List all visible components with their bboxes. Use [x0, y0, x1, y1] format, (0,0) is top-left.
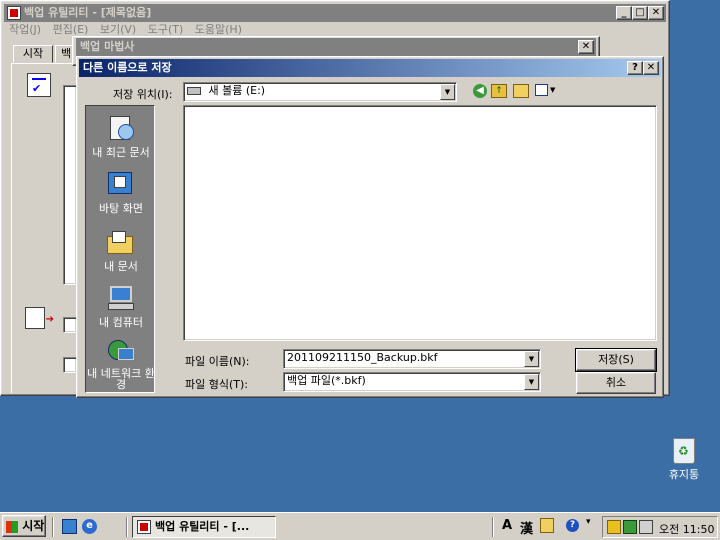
save-in-dropdown-button[interactable]: ▼	[440, 84, 455, 100]
places-my-computer[interactable]: 내 컴퓨터	[86, 284, 156, 330]
wizard-close-button[interactable]: ✕	[578, 40, 594, 54]
lang-mode-hanja[interactable]: 漢	[520, 518, 533, 537]
save-button[interactable]: 저장(S)	[575, 348, 657, 372]
clock[interactable]: 오전 11:50	[659, 521, 714, 537]
ime-pad-icon[interactable]	[540, 518, 554, 533]
places-desktop[interactable]: 바탕 화면	[86, 170, 156, 216]
places-my-network[interactable]: 내 네트워크 환경	[86, 338, 156, 390]
save-in-value: 새 볼륨 (E:)	[208, 84, 266, 97]
save-in-label: 저장 위치(I):	[113, 88, 173, 101]
tab-start[interactable]: 시작	[13, 45, 53, 63]
restore-field	[63, 317, 77, 333]
save-in-combo[interactable]: 새 볼륨 (E:) ▼	[183, 82, 457, 102]
ime-options-icon[interactable]: ▾	[586, 517, 591, 527]
schedule-field	[63, 357, 77, 373]
save-as-dialog: 다른 이름으로 저장 ? ✕ 저장 위치(I): 새 볼륨 (E:) ▼ ◀ ↑…	[76, 56, 664, 398]
filetype-label: 파일 형식(T):	[185, 378, 248, 391]
save-dialog-titlebar: 다른 이름으로 저장 ? ✕	[79, 59, 661, 77]
places-label-my-computer: 내 컴퓨터	[99, 316, 143, 329]
places-recent-documents[interactable]: 내 최근 문서	[86, 114, 156, 160]
backup-window-titlebar: 백업 유틸리티 - [제목없음] _ □ ✕	[4, 4, 666, 22]
drive-icon	[187, 87, 201, 95]
wizard-title: 백업 마법사	[80, 40, 135, 53]
recycle-bin-icon: ♻	[673, 438, 695, 464]
quicklaunch-separator	[52, 517, 54, 537]
places-bar: 내 최근 문서 바탕 화면 내 문서 내 컴퓨터 내 네트워크 환경	[85, 105, 155, 393]
desktop-icon	[106, 170, 136, 198]
back-icon[interactable]: ◀	[473, 84, 487, 98]
filetype-dropdown-button[interactable]: ▼	[524, 374, 539, 390]
taskbar-separator	[126, 517, 128, 537]
start-label: 시작	[22, 519, 45, 533]
taskbar-backup-label: 백업 유틸리티 - [...	[155, 520, 250, 533]
filename-value: 201109211150_Backup.bkf	[287, 351, 438, 364]
system-tray: 오전 11:50	[602, 516, 718, 538]
alert-tray-icon[interactable]	[639, 520, 653, 534]
lang-mode-a[interactable]: A	[502, 518, 512, 533]
places-label-my-network: 내 네트워크 환경	[87, 367, 155, 391]
filetype-select[interactable]: 백업 파일(*.bkf) ▼	[283, 372, 541, 392]
save-dialog-title: 다른 이름으로 저장	[83, 61, 172, 74]
lang-separator	[492, 517, 494, 537]
view-menu-icon[interactable]: ▼	[535, 84, 555, 98]
filename-label: 파일 이름(N):	[185, 355, 250, 368]
wizard-titlebar: 백업 마법사 ✕	[76, 38, 596, 56]
filetype-value: 백업 파일(*.bkf)	[287, 374, 366, 387]
ime-help-icon[interactable]: ?	[566, 519, 579, 532]
desktop: { "backup_window": { "title": "백업 유틸리티 -…	[0, 0, 720, 540]
windows-logo-icon	[6, 520, 18, 533]
file-list[interactable]	[183, 105, 657, 341]
filename-input[interactable]: 201109211150_Backup.bkf ▼	[283, 349, 541, 369]
show-desktop-icon[interactable]	[62, 519, 77, 534]
maximize-button[interactable]: □	[632, 6, 648, 20]
minimize-button[interactable]: _	[616, 6, 632, 20]
help-button[interactable]: ?	[627, 61, 643, 75]
places-label-recent: 내 최근 문서	[92, 146, 150, 159]
recent-documents-icon	[106, 114, 136, 142]
cancel-button[interactable]: 취소	[576, 372, 656, 394]
taskbar-backup-icon	[137, 520, 151, 534]
recycle-bin-label: 휴지통	[668, 468, 700, 481]
backup-window-title: 백업 유틸리티 - [제목없음]	[24, 6, 152, 19]
backup-panel-box	[63, 85, 77, 285]
network-tray-icon[interactable]	[623, 520, 637, 534]
backup-app-icon	[7, 6, 21, 20]
dialog-close-button[interactable]: ✕	[643, 61, 659, 75]
start-button[interactable]: 시작	[2, 515, 46, 537]
taskbar: 시작 e 백업 유틸리티 - [... A 漢 ? ▾ 오전 11:50	[0, 512, 720, 540]
places-label-desktop: 바탕 화면	[99, 202, 143, 215]
up-folder-icon[interactable]: ↑	[491, 84, 507, 98]
internet-explorer-icon[interactable]: e	[82, 519, 97, 534]
checklist-icon: ✔	[27, 73, 51, 97]
close-button[interactable]: ✕	[648, 6, 664, 20]
my-network-icon	[106, 338, 136, 366]
filename-dropdown-button[interactable]: ▼	[524, 351, 539, 367]
security-shield-icon[interactable]	[607, 520, 621, 534]
menu-job[interactable]: 작업(J)	[5, 22, 45, 38]
places-my-documents[interactable]: 내 문서	[86, 228, 156, 274]
restore-icon: ➔	[25, 307, 54, 329]
taskbar-backup-utility[interactable]: 백업 유틸리티 - [...	[132, 516, 276, 538]
new-folder-icon[interactable]	[513, 84, 529, 98]
my-computer-icon	[106, 284, 136, 312]
recycle-bin[interactable]: ♻ 휴지통	[662, 438, 706, 482]
places-label-my-documents: 내 문서	[104, 260, 138, 273]
my-documents-icon	[106, 228, 136, 256]
